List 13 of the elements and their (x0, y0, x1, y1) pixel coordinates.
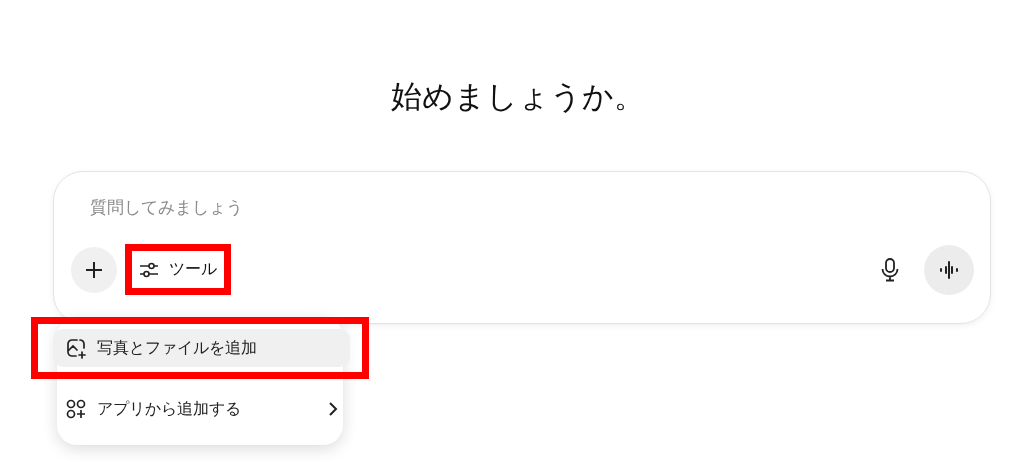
microphone-icon (881, 257, 899, 282)
image-plus-icon (65, 337, 87, 359)
menu-item[interactable]: 写真とファイルを追加 (53, 329, 350, 367)
tools-button[interactable]: ツール (132, 251, 224, 288)
plus-icon (84, 259, 104, 280)
add-button[interactable] (71, 246, 117, 293)
prompt-field[interactable]: 質問してみましょう (88, 196, 692, 218)
sliders-icon (139, 260, 159, 279)
voice-button[interactable] (924, 244, 974, 295)
waveform-icon (939, 259, 959, 280)
apps-icon (65, 398, 87, 420)
page-heading: 始めましょうか。 (390, 77, 646, 116)
menu-item[interactable]: アプリから追加する (53, 390, 350, 428)
